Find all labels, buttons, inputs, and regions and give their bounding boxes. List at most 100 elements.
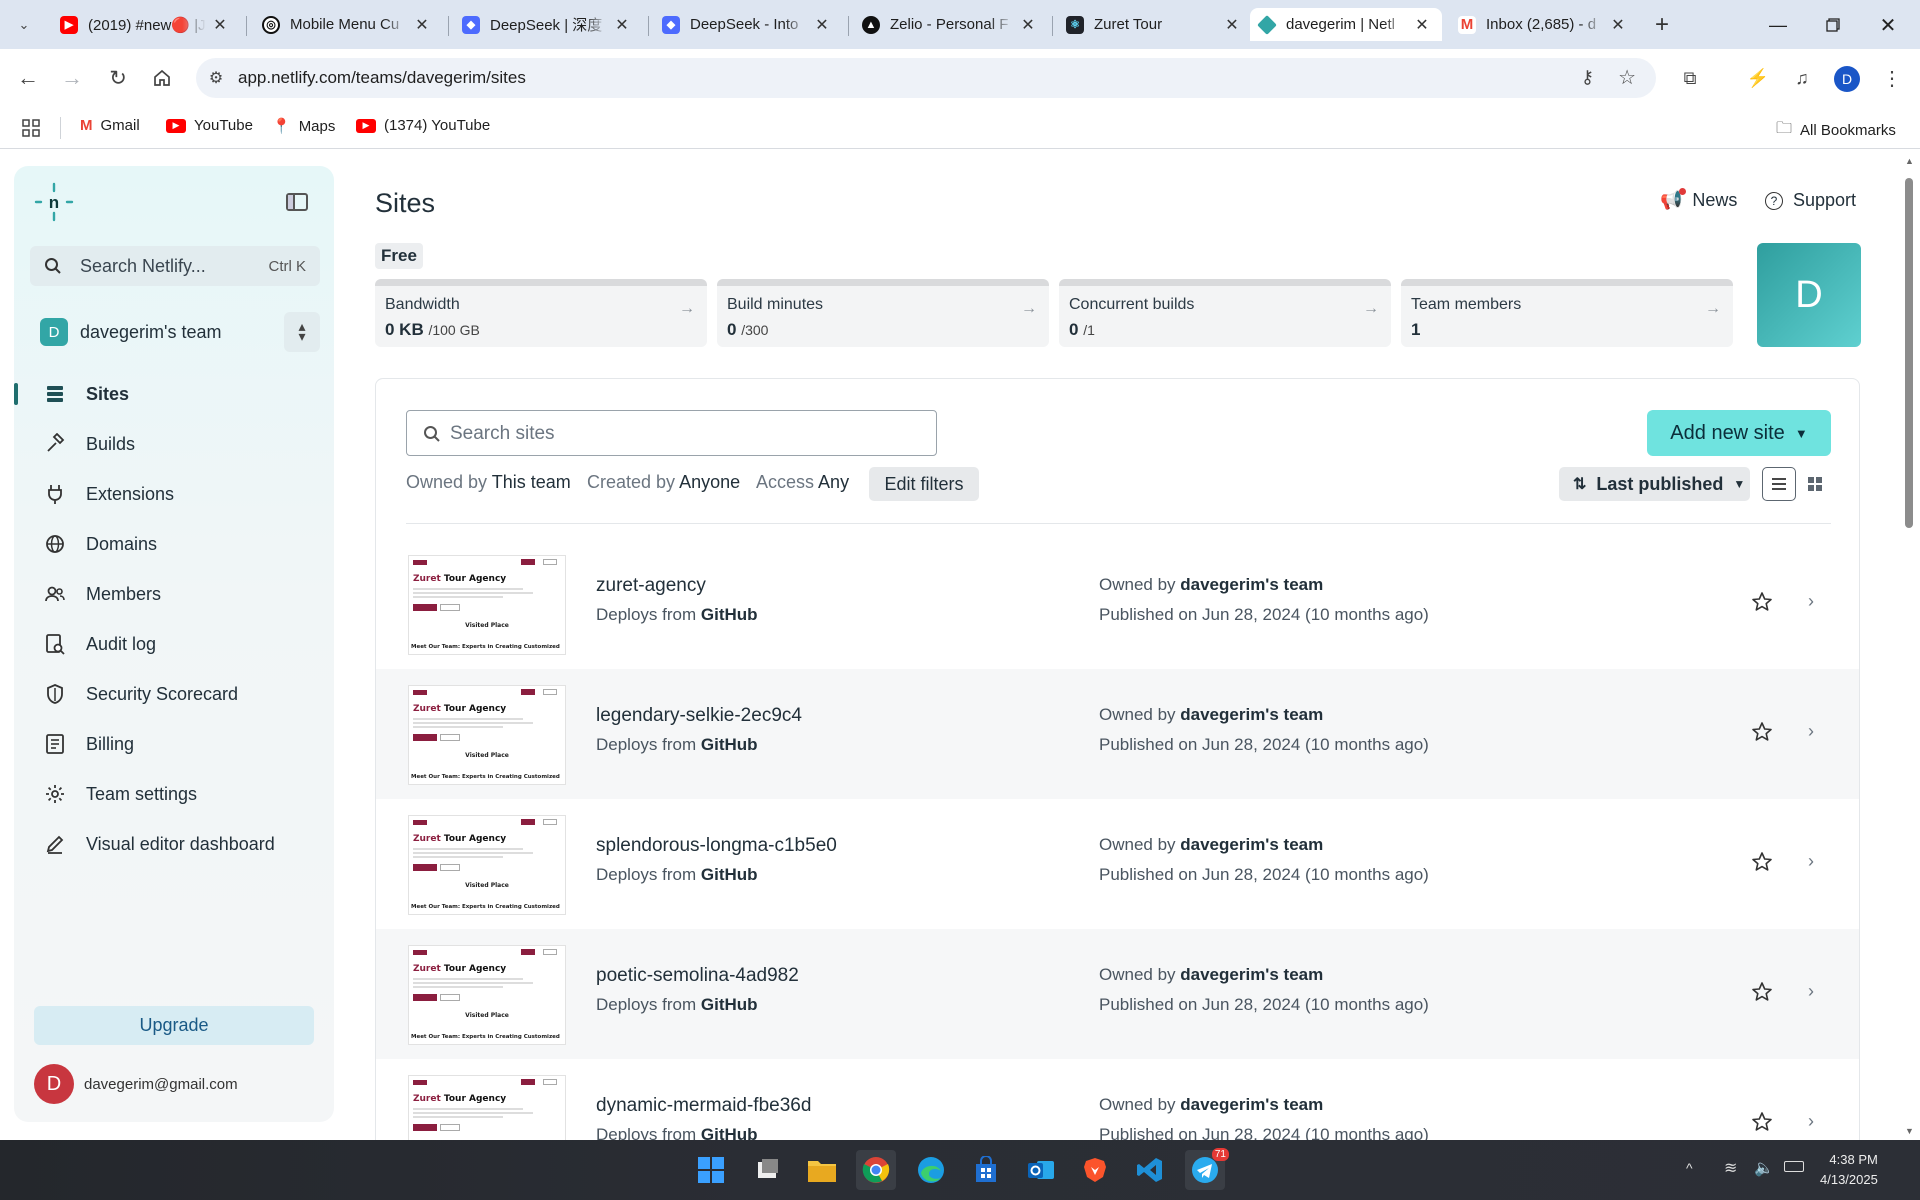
favorite-star-icon[interactable] [1751,851,1773,873]
site-name[interactable]: splendorous-longma-c1b5e0 [596,835,837,857]
site-name[interactable]: legendary-selkie-2ec9c4 [596,705,802,727]
vscode-icon[interactable] [1130,1150,1170,1190]
usage-card-team-members[interactable]: Team members 1 → [1401,279,1733,347]
browser-tab[interactable]: ⚛ Zuret Tour ✕ [1056,8,1252,41]
netlify-logo[interactable]: n [34,182,74,222]
browser-tab[interactable]: ◆ DeepSeek | 深度 ✕ [452,8,642,41]
chevron-right-icon[interactable]: › [1808,591,1814,612]
page-scrollbar[interactable]: ▲ ▼ [1903,156,1914,1136]
clock[interactable]: 4:38 PM 4/13/2025 [1820,1150,1878,1190]
news-button[interactable]: 📢 News [1660,188,1737,211]
team-switcher-chevron-icon[interactable]: ▴ ▾ [284,312,320,352]
sidebar-item-audit-log[interactable]: Audit log [44,633,156,655]
sort-dropdown[interactable]: ⇅ Last published ▼ [1559,467,1750,501]
chevron-right-icon[interactable]: › [1808,1111,1814,1132]
sidebar-item-visual-editor[interactable]: Visual editor dashboard [44,833,275,855]
apps-grid-icon[interactable] [22,119,40,137]
site-info-icon[interactable]: ⚙ [196,68,236,88]
sidebar-item-members[interactable]: Members [44,583,161,605]
sidebar-item-extensions[interactable]: Extensions [44,483,174,505]
close-tab-icon[interactable]: ✕ [1020,15,1036,35]
favorite-star-icon[interactable] [1751,721,1773,743]
usage-card-bandwidth[interactable]: Bandwidth 0 KB /100 GB → [375,279,707,347]
bookmark-star-icon[interactable]: ☆ [1618,65,1636,90]
browser-tab[interactable]: ▲ Zelio - Personal F ✕ [852,8,1048,41]
site-name[interactable]: zuret-agency [596,575,706,597]
close-tab-icon[interactable]: ✕ [614,15,630,35]
new-tab-icon[interactable]: + [1648,11,1676,38]
browser-tab[interactable]: M Inbox (2,685) - d ✕ [1448,8,1638,41]
all-bookmarks[interactable]: 🗀 All Bookmarks [1776,117,1896,144]
sidebar-item-domains[interactable]: Domains [44,533,157,555]
site-row[interactable]: Zuret Tour Agency Visited Place Meet Our T… [376,799,1859,929]
list-view-toggle[interactable] [1762,467,1796,501]
scrollbar-thumb[interactable] [1905,178,1913,528]
favorite-star-icon[interactable] [1751,591,1773,613]
url-bar[interactable]: ⚙ app.netlify.com/teams/davegerim/sites … [196,58,1656,98]
close-tab-icon[interactable]: ✕ [212,15,228,35]
sidebar-item-billing[interactable]: Billing [44,733,134,755]
usage-card-concurrent-builds[interactable]: Concurrent builds 0 /1 → [1059,279,1391,347]
task-view-icon[interactable] [748,1150,788,1190]
telegram-icon[interactable]: 71 [1185,1148,1229,1190]
add-new-site-button[interactable]: Add new site ▼ [1647,410,1831,456]
wifi-icon[interactable]: ≋ [1724,1158,1737,1178]
bookmark-youtube-2[interactable]: ▶ (1374) YouTube [356,117,490,134]
usage-card-build-minutes[interactable]: Build minutes 0 /300 → [717,279,1049,347]
file-explorer-icon[interactable] [802,1150,842,1190]
store-icon[interactable] [966,1150,1006,1190]
extensions-icon[interactable]: ⧉ [1676,65,1704,91]
sidebar-item-sites[interactable]: Sites [44,383,129,405]
close-tab-icon[interactable]: ✕ [1224,15,1240,35]
browser-menu-icon[interactable]: ⋮ [1880,65,1904,91]
site-row[interactable]: Zuret Tour Agency Visited Place Meet Our T… [376,669,1859,799]
chevron-right-icon[interactable]: › [1808,851,1814,872]
site-row[interactable]: Zuret Tour Agency Visited Place Meet Our T… [376,929,1859,1059]
browser-tab[interactable]: ◎ Mobile Menu Cu ✕ [252,8,442,41]
support-button[interactable]: ? Support [1765,190,1856,211]
tab-search-icon[interactable]: ⌄ [12,14,36,36]
profile-avatar[interactable]: D [1834,66,1860,92]
favorite-star-icon[interactable] [1751,981,1773,1003]
chevron-right-icon[interactable]: › [1808,981,1814,1002]
windows-start-icon[interactable] [691,1150,731,1190]
edge-icon[interactable] [911,1150,951,1190]
sidebar-item-team-settings[interactable]: Team settings [44,783,197,805]
filter-access[interactable]: Access Any [756,472,849,493]
chrome-icon[interactable] [856,1150,896,1190]
media-control-icon[interactable]: ♫ [1788,65,1816,91]
bookmark-maps[interactable]: 📍 Maps [272,117,335,136]
site-row[interactable]: Zuret Tour Agency Visited Place Meet Our T… [376,539,1859,669]
sidebar-item-security-scorecard[interactable]: Security Scorecard [44,683,238,705]
search-netlify[interactable]: Search Netlify... Ctrl K [30,246,320,286]
upgrade-button[interactable]: Upgrade [34,1006,314,1045]
password-key-icon[interactable]: ⚷ [1581,67,1594,88]
site-name[interactable]: dynamic-mermaid-fbe36d [596,1095,811,1117]
edit-filters-button[interactable]: Edit filters [869,467,979,501]
brave-icon[interactable] [1075,1150,1115,1190]
browser-tab-active[interactable]: davegerim | Netl ✕ [1250,8,1442,41]
volume-icon[interactable]: 🔈 [1754,1158,1774,1178]
browser-tab[interactable]: ▶ (2019) #new🔴 |J ✕ [50,8,240,41]
forward-icon[interactable]: → [58,65,86,91]
close-window-icon[interactable]: ✕ [1870,12,1906,38]
grid-view-toggle[interactable] [1798,467,1832,501]
bookmark-gmail[interactable]: M Gmail [80,117,140,134]
team-switcher[interactable]: D davegerim's team ▴ ▾ [30,306,320,354]
performance-icon[interactable]: ⚡ [1744,65,1772,91]
home-icon[interactable] [148,65,176,91]
close-tab-icon[interactable]: ✕ [414,15,430,35]
browser-tab[interactable]: ◆ DeepSeek - Into ✕ [652,8,842,41]
outlook-icon[interactable] [1021,1150,1061,1190]
user-menu[interactable]: D davegerim@gmail.com [34,1064,314,1106]
battery-icon[interactable] [1784,1161,1804,1172]
filter-created-by[interactable]: Created by Anyone [587,472,740,493]
tray-chevron-icon[interactable]: ^ [1686,1160,1693,1176]
close-tab-icon[interactable]: ✕ [1610,15,1626,35]
filter-owned-by[interactable]: Owned by This team [406,472,571,493]
close-tab-icon[interactable]: ✕ [1414,15,1430,35]
collapse-sidebar-icon[interactable] [286,193,308,211]
minimize-icon[interactable]: — [1760,12,1796,38]
close-tab-icon[interactable]: ✕ [814,15,830,35]
restore-icon[interactable] [1815,12,1851,38]
